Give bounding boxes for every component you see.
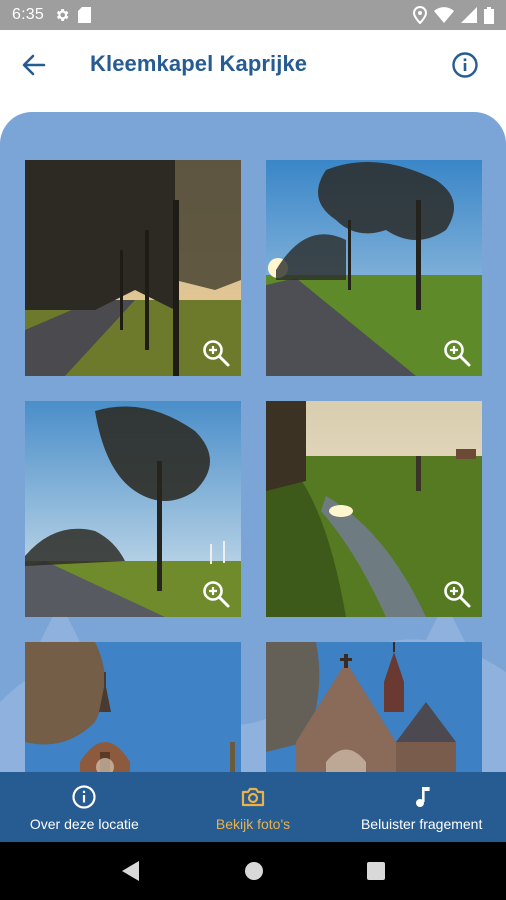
- gallery-panel: [0, 112, 506, 812]
- zoom-in-icon[interactable]: [201, 338, 231, 368]
- home-circle-icon[interactable]: [244, 861, 264, 881]
- nav-item-label: Beluister fragement: [360, 816, 483, 832]
- app-bar: Kleemkapel Kaprijke: [0, 30, 506, 100]
- zoom-in-icon[interactable]: [201, 579, 231, 609]
- music-note-icon: [415, 787, 430, 807]
- back-triangle-icon[interactable]: [121, 860, 141, 882]
- info-icon[interactable]: [450, 50, 480, 80]
- arrow-left-icon[interactable]: [18, 50, 52, 80]
- photo-stream-field[interactable]: [266, 401, 482, 617]
- photo-tree-lane-2[interactable]: [266, 160, 482, 376]
- settings-icon: [56, 9, 69, 21]
- nav-item-label: Over deze locatie: [29, 816, 139, 832]
- camera-icon: [241, 787, 265, 807]
- status-right-icons: [413, 6, 494, 24]
- recents-square-icon[interactable]: [366, 862, 385, 880]
- nav-item-about[interactable]: Over deze locatie: [0, 772, 169, 842]
- battery-icon: [484, 6, 494, 24]
- signal-icon: [461, 7, 477, 23]
- sd-card-icon: [77, 7, 91, 23]
- bottom-nav: Over deze locatie Bekijk foto's Beluiste…: [0, 772, 506, 842]
- location-icon: [413, 6, 427, 24]
- page-title: Kleemkapel Kaprijke: [90, 51, 308, 76]
- status-bar: 6:35: [0, 0, 506, 30]
- info-icon: [72, 785, 96, 809]
- wifi-icon: [434, 7, 454, 23]
- screen: 6:35 Kleemkapel Kaprijke Over deze locat…: [0, 0, 506, 900]
- photo-tree-lane-1[interactable]: [25, 160, 241, 376]
- zoom-in-icon[interactable]: [442, 338, 472, 368]
- system-nav-bar: [0, 842, 506, 900]
- status-left-icons: [54, 7, 91, 23]
- nav-item-photos[interactable]: Bekijk foto's: [169, 772, 338, 842]
- zoom-in-icon[interactable]: [442, 579, 472, 609]
- photo-tree-lane-3[interactable]: [25, 401, 241, 617]
- nav-item-label: Bekijk foto's: [215, 816, 291, 832]
- status-time: 6:35: [12, 6, 44, 23]
- nav-item-audio[interactable]: Beluister fragement: [337, 772, 506, 842]
